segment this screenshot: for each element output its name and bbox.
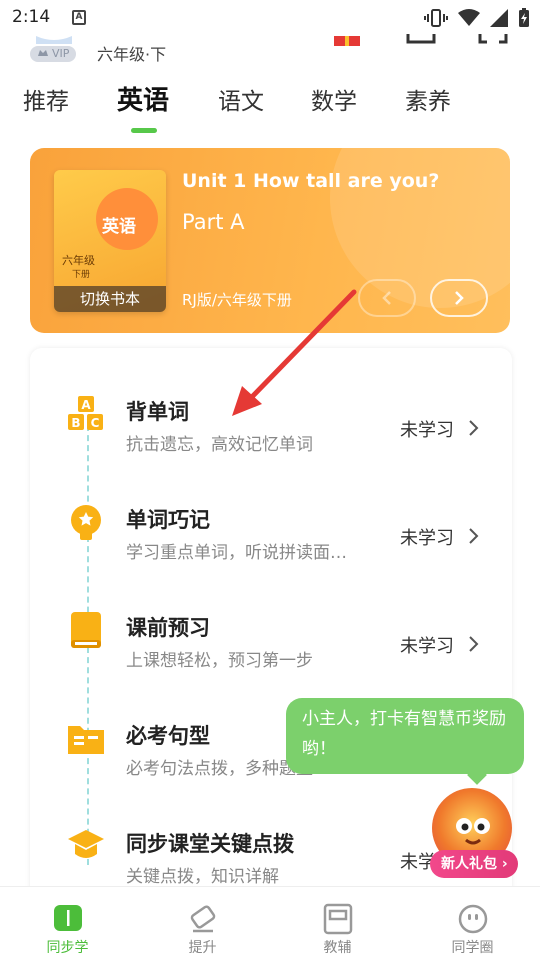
status-bar: 2:14 A — [0, 0, 540, 36]
chevron-right-icon — [469, 636, 479, 652]
textbook-banner[interactable]: 英语 六年级 下册 切换书本 Unit 1 How tall are you? … — [30, 148, 510, 333]
calendar-icon[interactable] — [406, 34, 436, 44]
unit-part: Part A — [182, 210, 245, 234]
eraser-icon — [190, 905, 215, 933]
svg-text:A: A — [81, 398, 91, 412]
item-desc: 学习重点单词，听说拼读面… — [126, 543, 347, 563]
tab-math[interactable]: 数学 — [311, 82, 357, 116]
a-notification-icon: A — [72, 10, 86, 25]
checkin-tip-bubble[interactable]: 小主人，打卡有智慧币奖励哟！ — [286, 698, 524, 785]
switch-book-button[interactable]: 切换书本 — [54, 286, 166, 312]
avatar[interactable]: VIP — [28, 36, 80, 64]
item-status: 未学习 — [400, 636, 454, 657]
signal-icon — [490, 9, 508, 27]
folder-icon — [68, 726, 104, 754]
item-title: 必考句型 — [126, 724, 210, 748]
nav-sync-study[interactable]: 同步学 — [0, 887, 135, 961]
bubble-text: 小主人，打卡有智慧币奖励哟！ — [302, 709, 506, 759]
study-item-preview[interactable]: 课前预习 上课想轻松，预习第一步 未学习 — [0, 612, 540, 712]
textbook-cover[interactable]: 英语 六年级 下册 切换书本 — [54, 170, 166, 312]
item-desc: 上课想轻松，预习第一步 — [126, 651, 313, 671]
tab-recommend[interactable]: 推荐 — [23, 82, 69, 116]
sync-study-icon — [53, 905, 82, 931]
bottom-nav: 同步学 提升 教辅 同学圈 — [0, 886, 540, 960]
new-user-gift-button[interactable]: 新人礼包 › — [430, 850, 518, 878]
next-unit-button[interactable] — [430, 279, 488, 317]
chevron-right-icon — [455, 291, 464, 305]
grade-label[interactable]: 六年级·下 — [97, 41, 166, 65]
book-icon — [71, 612, 101, 648]
status-time: 2:14 — [12, 7, 51, 27]
item-status: 未学习 — [400, 528, 454, 549]
vibrate-icon — [424, 9, 448, 27]
face-icon — [458, 904, 487, 934]
tab-chinese[interactable]: 语文 — [218, 82, 264, 116]
wifi-icon — [458, 9, 480, 26]
study-item-memorize-words[interactable]: A B C 背单词 抗击遗忘，高效记忆单词 未学习 — [0, 396, 540, 496]
battery-charging-icon — [519, 8, 529, 27]
nav-improve[interactable]: 提升 — [135, 887, 270, 961]
item-title: 同步课堂关键点拨 — [126, 832, 294, 856]
chevron-left-icon — [382, 291, 391, 305]
active-tab-indicator — [131, 128, 157, 133]
chevron-right-icon — [469, 528, 479, 544]
lightbulb-icon — [71, 505, 101, 540]
nav-classmates[interactable]: 同学圈 — [405, 887, 540, 961]
unit-title: Unit 1 How tall are you? — [182, 170, 440, 192]
subject-tabs: 推荐 英语 语文 数学 素养 — [0, 82, 540, 134]
abc-blocks-icon: A B C — [68, 396, 103, 430]
tab-english[interactable]: 英语 — [117, 80, 169, 117]
book-grade: 六年级 下册 — [62, 254, 95, 280]
edition-label: RJ版/六年级下册 — [182, 291, 292, 309]
item-title: 背单词 — [126, 400, 189, 424]
svg-text:C: C — [91, 416, 100, 430]
scan-icon[interactable] — [478, 34, 508, 44]
book-subject: 英语 — [102, 217, 136, 237]
system-icons — [424, 8, 530, 28]
item-status: 未学习 — [400, 420, 454, 441]
chevron-right-icon: › — [501, 856, 508, 872]
chevron-right-icon — [469, 420, 479, 436]
graduation-cap-icon — [68, 830, 104, 858]
item-desc: 抗击遗忘，高效记忆单词 — [126, 435, 313, 455]
svg-text:B: B — [71, 416, 80, 430]
item-desc: 关键点拨，知识详解 — [126, 867, 279, 887]
study-item-word-tricks[interactable]: 单词巧记 学习重点单词，听说拼读面… 未学习 — [0, 504, 540, 604]
item-title: 单词巧记 — [126, 508, 210, 532]
tab-literacy[interactable]: 素养 — [405, 82, 451, 116]
vip-badge: VIP — [52, 47, 70, 60]
item-title: 课前预习 — [126, 616, 210, 640]
prev-unit-button[interactable] — [358, 279, 416, 317]
workbook-icon — [323, 903, 352, 935]
nav-workbook[interactable]: 教辅 — [270, 887, 405, 961]
gift-box-icon[interactable] — [334, 36, 360, 46]
